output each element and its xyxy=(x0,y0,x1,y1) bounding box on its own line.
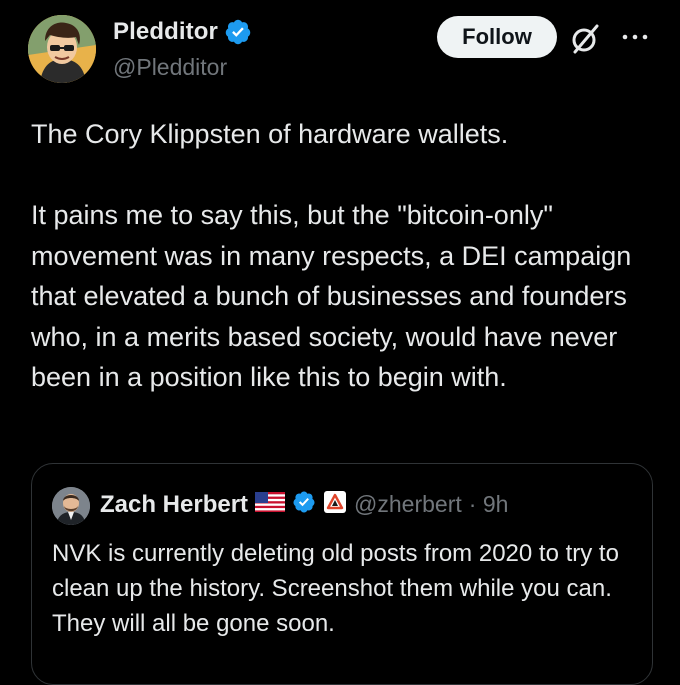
verified-badge-icon[interactable] xyxy=(292,490,316,519)
author-avatar[interactable] xyxy=(28,15,96,83)
grok-icon[interactable] xyxy=(568,22,602,56)
quoted-post-time[interactable]: · 9h xyxy=(469,491,509,518)
post-paragraph: The Cory Klippsten of hardware wallets. xyxy=(31,119,509,149)
author-handle[interactable]: @Pledditor xyxy=(113,54,227,81)
quoted-post-text: NVK is currently deleting old posts from… xyxy=(52,540,619,637)
author-name-row: Pledditor xyxy=(113,18,252,46)
quoted-post-card[interactable]: Zach Herbert @zherbert · 9h NVK is curre… xyxy=(31,463,653,685)
follow-button[interactable]: Follow xyxy=(437,16,557,58)
post-text: The Cory Klippsten of hardware wallets. … xyxy=(31,114,661,398)
us-flag-icon xyxy=(255,492,286,517)
more-horizontal-icon[interactable] xyxy=(618,28,652,46)
post-paragraph: It pains me to say this, but the "bitcoi… xyxy=(31,200,632,392)
quoted-post-header: Zach Herbert @zherbert · 9h xyxy=(100,490,508,519)
author-display-name[interactable]: Pledditor xyxy=(113,18,218,46)
affiliate-badge-icon[interactable] xyxy=(323,490,347,519)
quoted-author-name[interactable]: Zach Herbert xyxy=(100,491,248,519)
verified-badge-icon[interactable] xyxy=(224,18,252,46)
quoted-author-avatar[interactable] xyxy=(52,487,90,525)
quoted-author-handle[interactable]: @zherbert xyxy=(354,491,462,518)
